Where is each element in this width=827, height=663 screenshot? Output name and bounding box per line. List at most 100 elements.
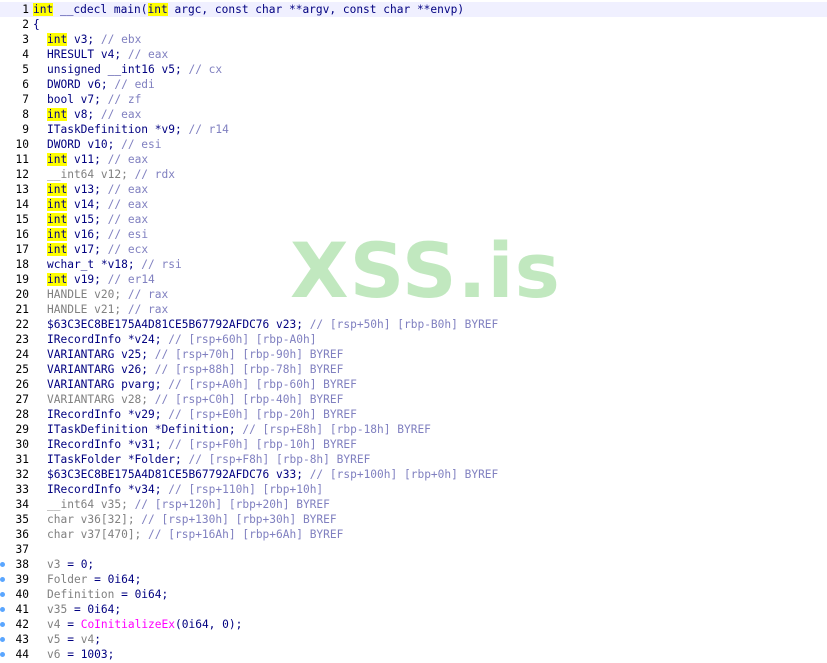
- code-text[interactable]: v35 = 0i64;: [29, 602, 121, 617]
- code-text[interactable]: IRecordInfo *v31; // [rsp+F0h] [rbp-10h]…: [29, 437, 357, 452]
- keyword-token[interactable]: int: [33, 3, 54, 16]
- code-text[interactable]: unsigned __int16 v5; // cx: [29, 62, 222, 77]
- comment-token[interactable]: // esi: [108, 228, 148, 241]
- code-line[interactable]: 31 ITaskFolder *Folder; // [rsp+F8h] [rbp…: [0, 452, 371, 467]
- comment-token[interactable]: // rsi: [141, 258, 181, 271]
- keyword-token[interactable]: int: [47, 198, 68, 211]
- code-line[interactable]: 25 VARIANTARG v26; // [rsp+88h] [rbp-78h]…: [0, 362, 344, 377]
- keyword-token[interactable]: int: [47, 243, 68, 256]
- code-token[interactable]: unsigned __int16 v5;: [47, 63, 188, 76]
- code-line[interactable]: 35 char v36[32]; // [rsp+130h] [rbp+30h] …: [0, 512, 337, 527]
- code-text[interactable]: IRecordInfo *v34; // [rsp+110h] [rbp+10h…: [29, 482, 323, 497]
- code-token[interactable]: ;: [94, 633, 101, 646]
- pseudocode-view[interactable]: 1 int __cdecl main(int argc, const char *…: [0, 0, 827, 663]
- comment-token[interactable]: // [rsp+88h] [rbp-78h] BYREF: [155, 363, 344, 376]
- code-line[interactable]: 27 VARIANTARG v28; // [rsp+C0h] [rbp-40h]…: [0, 392, 344, 407]
- comment-token[interactable]: // rax: [128, 303, 168, 316]
- code-token[interactable]: = 1003;: [60, 648, 114, 661]
- code-token[interactable]: VARIANTARG v26;: [47, 363, 155, 376]
- comment-token[interactable]: // [rsp+E8h] [rbp-18h] BYREF: [242, 423, 431, 436]
- comment-token[interactable]: // [rsp+110h] [rbp+10h]: [168, 483, 323, 496]
- code-text[interactable]: int v15; // eax: [29, 212, 148, 227]
- code-token[interactable]: {: [33, 18, 40, 31]
- code-line[interactable]: 38 v3 = 0;: [0, 557, 95, 572]
- code-token[interactable]: $63C3EC8BE175A4D81CE5B67792AFDC76 v33;: [47, 468, 310, 481]
- code-text[interactable]: HANDLE v21; // rax: [29, 302, 168, 317]
- code-token[interactable]: VARIANTARG v28;: [47, 393, 155, 406]
- breakpoint-dot-icon[interactable]: [0, 622, 5, 627]
- comment-token[interactable]: // esi: [121, 138, 161, 151]
- code-token[interactable]: VARIANTARG v25;: [47, 348, 155, 361]
- code-line[interactable]: 34 __int64 v35; // [rsp+120h] [rbp+20h] B…: [0, 497, 330, 512]
- code-text[interactable]: DWORD v10; // esi: [29, 137, 162, 152]
- code-text[interactable]: int v8; // eax: [29, 107, 141, 122]
- code-line[interactable]: 43 v5 = v4;: [0, 632, 101, 647]
- code-token[interactable]: $63C3EC8BE175A4D81CE5B67792AFDC76 v23;: [47, 318, 310, 331]
- comment-token[interactable]: // eax: [101, 108, 141, 121]
- code-text[interactable]: int v17; // ecx: [29, 242, 148, 257]
- code-text[interactable]: {: [29, 17, 40, 32]
- code-token[interactable]: __int64 v35;: [47, 498, 135, 511]
- code-line[interactable]: 29 ITaskDefinition *Definition; // [rsp+E…: [0, 422, 431, 437]
- code-line[interactable]: 14 int v14; // eax: [0, 197, 148, 212]
- code-line[interactable]: 19 int v19; // er14: [0, 272, 155, 287]
- code-text[interactable]: VARIANTARG v26; // [rsp+88h] [rbp-78h] B…: [29, 362, 343, 377]
- code-text[interactable]: DWORD v6; // edi: [29, 77, 155, 92]
- breakpoint-dot-icon[interactable]: [0, 607, 5, 612]
- code-token[interactable]: IRecordInfo *v31;: [47, 438, 168, 451]
- code-text[interactable]: VARIANTARG v28; // [rsp+C0h] [rbp-40h] B…: [29, 392, 343, 407]
- keyword-token[interactable]: int: [47, 228, 68, 241]
- code-token[interactable]: VARIANTARG pvarg;: [47, 378, 168, 391]
- code-text[interactable]: int v13; // eax: [29, 182, 148, 197]
- comment-token[interactable]: // zf: [108, 93, 142, 106]
- breakpoint-dot-icon[interactable]: [0, 652, 5, 657]
- code-token[interactable]: HANDLE v20;: [47, 288, 128, 301]
- code-text[interactable]: int v16; // esi: [29, 227, 148, 242]
- code-line[interactable]: 9 ITaskDefinition *v9; // r14: [0, 122, 229, 137]
- code-line[interactable]: 36 char v37[470]; // [rsp+16Ah] [rbp+6Ah]…: [0, 527, 344, 542]
- code-text[interactable]: Definition = 0i64;: [29, 587, 168, 602]
- keyword-token[interactable]: int: [47, 183, 68, 196]
- comment-token[interactable]: // [rsp+E0h] [rbp-20h] BYREF: [168, 408, 357, 421]
- keyword-token[interactable]: int: [147, 3, 168, 16]
- code-line[interactable]: 41 v35 = 0i64;: [0, 602, 122, 617]
- comment-token[interactable]: // ebx: [101, 33, 141, 46]
- code-token[interactable]: =: [60, 618, 80, 631]
- code-token[interactable]: v5: [47, 633, 60, 646]
- code-line[interactable]: 28 IRecordInfo *v29; // [rsp+E0h] [rbp-20…: [0, 407, 357, 422]
- code-token[interactable]: = 0i64;: [87, 573, 141, 586]
- code-token[interactable]: ITaskFolder *Folder;: [47, 453, 188, 466]
- comment-token[interactable]: // cx: [188, 63, 222, 76]
- code-token[interactable]: ITaskDefinition *Definition;: [47, 423, 242, 436]
- code-text[interactable]: HRESULT v4; // eax: [29, 47, 168, 62]
- keyword-token[interactable]: int: [47, 273, 68, 286]
- code-token[interactable]: v3: [47, 558, 60, 571]
- code-line[interactable]: 30 IRecordInfo *v31; // [rsp+F0h] [rbp-10…: [0, 437, 357, 452]
- code-line[interactable]: 32 $63C3EC8BE175A4D81CE5B67792AFDC76 v33;…: [0, 467, 499, 482]
- code-text[interactable]: IRecordInfo *v24; // [rsp+60h] [rbp-A0h]: [29, 332, 316, 347]
- code-text[interactable]: __int64 v12; // rdx: [29, 167, 175, 182]
- code-token[interactable]: DWORD v6;: [47, 78, 114, 91]
- code-line[interactable]: 16 int v16; // esi: [0, 227, 148, 242]
- code-token[interactable]: v4: [47, 618, 60, 631]
- code-token[interactable]: v15;: [67, 213, 107, 226]
- code-token[interactable]: v11;: [67, 153, 107, 166]
- keyword-token[interactable]: int: [47, 108, 68, 121]
- comment-token[interactable]: // [rsp+60h] [rbp-A0h]: [168, 333, 316, 346]
- code-line[interactable]: 4 HRESULT v4; // eax: [0, 47, 168, 62]
- code-text[interactable]: VARIANTARG v25; // [rsp+70h] [rbp-90h] B…: [29, 347, 343, 362]
- code-text[interactable]: wchar_t *v18; // rsi: [29, 257, 182, 272]
- comment-token[interactable]: // er14: [108, 273, 155, 286]
- breakpoint-dot-icon[interactable]: [0, 562, 5, 567]
- comment-token[interactable]: // rdx: [135, 168, 175, 181]
- code-token[interactable]: HANDLE v21;: [47, 303, 128, 316]
- code-token[interactable]: char v36[32];: [47, 513, 141, 526]
- breakpoint-dot-icon[interactable]: [0, 637, 5, 642]
- code-text[interactable]: VARIANTARG pvarg; // [rsp+A0h] [rbp-60h]…: [29, 377, 357, 392]
- code-text[interactable]: char v36[32]; // [rsp+130h] [rbp+30h] BY…: [29, 512, 337, 527]
- comment-token[interactable]: // eax: [108, 213, 148, 226]
- code-line[interactable]: 21 HANDLE v21; // rax: [0, 302, 169, 317]
- code-token[interactable]: v14;: [67, 198, 107, 211]
- code-token[interactable]: char v37[470];: [47, 528, 148, 541]
- code-line[interactable]: 17 int v17; // ecx: [0, 242, 148, 257]
